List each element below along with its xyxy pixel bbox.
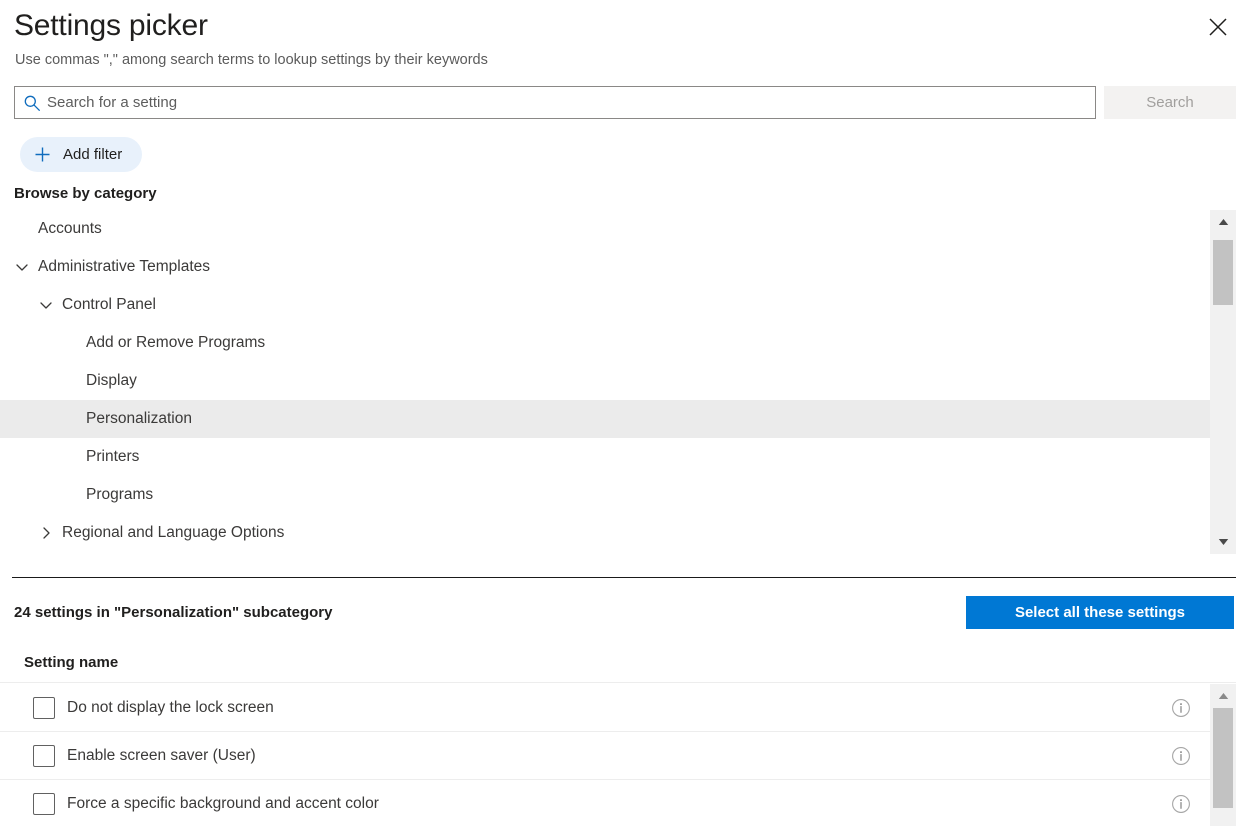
tree-item[interactable]: Display — [0, 362, 1210, 400]
scroll-up-arrow-icon[interactable] — [1210, 210, 1236, 234]
browse-by-category-heading: Browse by category — [14, 185, 157, 202]
table-row[interactable]: Force a specific background and accent c… — [0, 780, 1210, 826]
category-tree-container: Accounts Administrative Templates Control … — [0, 210, 1236, 554]
tree-item-label: Control Panel — [62, 296, 156, 313]
scrollbar-track[interactable] — [1210, 708, 1236, 826]
row-checkbox[interactable] — [33, 744, 55, 767]
plus-icon — [34, 146, 51, 163]
table-row[interactable]: Enable screen saver (User) — [0, 732, 1210, 780]
setting-name-label: Enable screen saver (User) — [67, 746, 256, 764]
tree-item-label: Programs — [86, 486, 154, 503]
close-icon — [1207, 16, 1229, 41]
tree-item-label: Accounts — [38, 220, 102, 237]
search-input[interactable] — [47, 87, 1095, 118]
tree-item-label: Printers — [86, 448, 140, 465]
scrollbar-track[interactable] — [1210, 234, 1236, 530]
row-checkbox[interactable] — [33, 792, 55, 815]
add-filter-label: Add filter — [63, 146, 123, 163]
search-button[interactable]: Search — [1104, 86, 1236, 119]
settings-table-header: Setting name — [0, 643, 1236, 683]
category-tree-scrollbar[interactable] — [1210, 210, 1236, 554]
section-divider — [12, 577, 1236, 578]
tree-item-label: Regional and Language Options — [62, 524, 285, 541]
chevron-right-icon[interactable] — [38, 525, 54, 541]
add-filter-button[interactable]: Add filter — [20, 137, 143, 172]
info-icon[interactable] — [1171, 794, 1191, 814]
table-row[interactable]: Do not display the lock screen — [0, 684, 1210, 732]
search-field[interactable] — [14, 86, 1096, 119]
scroll-down-arrow-icon[interactable] — [1210, 530, 1236, 554]
tree-item-label: Display — [86, 372, 137, 389]
scroll-up-arrow-icon[interactable] — [1210, 684, 1236, 708]
tree-item[interactable]: Programs — [0, 476, 1210, 514]
setting-name-label: Force a specific background and accent c… — [67, 794, 379, 812]
row-checkbox[interactable] — [33, 696, 55, 719]
results-count-label: 24 settings in "Personalization" subcate… — [14, 604, 333, 621]
tree-item[interactable]: Administrative Templates — [0, 248, 1210, 286]
info-icon[interactable] — [1171, 746, 1191, 766]
tree-item[interactable]: Personalization — [0, 400, 1210, 438]
search-row: Search — [14, 86, 1236, 120]
close-button[interactable] — [1200, 10, 1236, 46]
settings-table-scrollbar[interactable] — [1210, 684, 1236, 826]
settings-table-body: Do not display the lock screen Enable scr… — [0, 684, 1210, 826]
chevron-down-icon[interactable] — [14, 259, 30, 275]
tree-item-label: Add or Remove Programs — [86, 334, 266, 351]
category-tree: Accounts Administrative Templates Control … — [0, 210, 1210, 554]
tree-item[interactable]: Accounts — [0, 210, 1210, 248]
settings-table-container: Do not display the lock screen Enable scr… — [0, 684, 1236, 826]
tree-item[interactable]: Add or Remove Programs — [0, 324, 1210, 362]
tree-item[interactable]: Regional and Language Options — [0, 514, 1210, 552]
tree-item[interactable]: Printers — [0, 438, 1210, 476]
page-title: Settings picker — [14, 9, 208, 42]
select-all-settings-button[interactable]: Select all these settings — [966, 596, 1234, 629]
page-subtitle: Use commas "," among search terms to loo… — [15, 52, 488, 68]
tree-item-label: Administrative Templates — [38, 258, 211, 275]
scrollbar-thumb[interactable] — [1213, 708, 1233, 809]
tree-item-label: Personalization — [86, 410, 192, 427]
tree-item[interactable]: Control Panel — [0, 286, 1210, 324]
setting-name-label: Do not display the lock screen — [67, 698, 274, 716]
column-header-setting-name: Setting name — [24, 654, 119, 671]
scrollbar-thumb[interactable] — [1213, 239, 1233, 306]
search-icon — [23, 94, 41, 112]
info-icon[interactable] — [1171, 698, 1191, 718]
chevron-down-icon[interactable] — [38, 297, 54, 313]
